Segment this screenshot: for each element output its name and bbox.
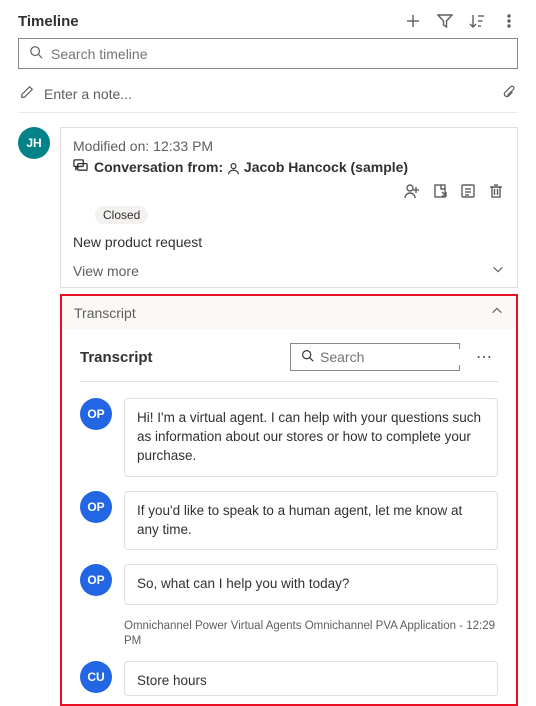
filter-icon[interactable] <box>436 12 454 30</box>
conversation-subject: Conversation from: Jacob Hancock (sample… <box>94 159 408 175</box>
search-icon <box>29 45 43 62</box>
chevron-down-icon[interactable] <box>491 262 505 279</box>
page-title: Timeline <box>18 13 79 30</box>
message-row: CU Store hours <box>80 661 498 696</box>
divider <box>80 381 498 382</box>
message-bubble: So, what can I help you with today? <box>124 564 498 605</box>
message-meta: Omnichannel Power Virtual Agents Omnicha… <box>124 619 498 649</box>
assign-icon[interactable] <box>403 182 421 200</box>
message-row: OP If you'd like to speak to a human age… <box>80 491 498 551</box>
attachment-icon[interactable] <box>502 85 516 102</box>
search-icon <box>301 349 314 365</box>
transcript-panel: Transcript Transcript ⋯ OP Hi! I'm a vir… <box>60 294 518 706</box>
note-placeholder: Enter a note... <box>44 86 492 102</box>
more-vertical-icon[interactable] <box>500 12 518 30</box>
agent-avatar: OP <box>80 564 112 596</box>
message-bubble: Store hours <box>124 661 498 696</box>
modified-timestamp: Modified on: 12:33 PM <box>73 138 505 154</box>
pencil-icon <box>20 85 34 102</box>
avatar: JH <box>18 127 50 159</box>
add-icon[interactable] <box>404 12 422 30</box>
open-record-icon[interactable] <box>431 182 449 200</box>
agent-avatar: OP <box>80 398 112 430</box>
customer-avatar: CU <box>80 661 112 693</box>
timeline-card: Modified on: 12:33 PM Conversation from:… <box>60 127 518 288</box>
status-badge: Closed <box>95 206 148 224</box>
card-summary: New product request <box>73 234 505 250</box>
search-input[interactable] <box>51 46 507 62</box>
message-row: OP So, what can I help you with today? <box>80 564 498 605</box>
more-horizontal-icon[interactable]: ⋯ <box>472 347 498 367</box>
message-bubble: Hi! I'm a virtual agent. I can help with… <box>124 398 498 477</box>
chevron-up-icon[interactable] <box>490 304 504 321</box>
message-bubble: If you'd like to speak to a human agent,… <box>124 491 498 551</box>
view-more-link[interactable]: View more <box>73 263 139 279</box>
transcript-title: Transcript <box>80 349 278 366</box>
transcript-header-label: Transcript <box>74 305 136 321</box>
chat-icon <box>73 158 88 176</box>
person-icon <box>227 162 240 175</box>
delete-icon[interactable] <box>487 182 505 200</box>
card-actions <box>403 182 505 200</box>
agent-avatar: OP <box>80 491 112 523</box>
transcript-search[interactable] <box>290 343 460 371</box>
message-row: OP Hi! I'm a virtual agent. I can help w… <box>80 398 498 477</box>
note-add-icon[interactable] <box>459 182 477 200</box>
search-timeline[interactable] <box>18 38 518 69</box>
header-actions <box>404 12 518 30</box>
transcript-header[interactable]: Transcript <box>62 296 516 329</box>
note-entry[interactable]: Enter a note... <box>18 79 518 113</box>
sort-icon[interactable] <box>468 12 486 30</box>
